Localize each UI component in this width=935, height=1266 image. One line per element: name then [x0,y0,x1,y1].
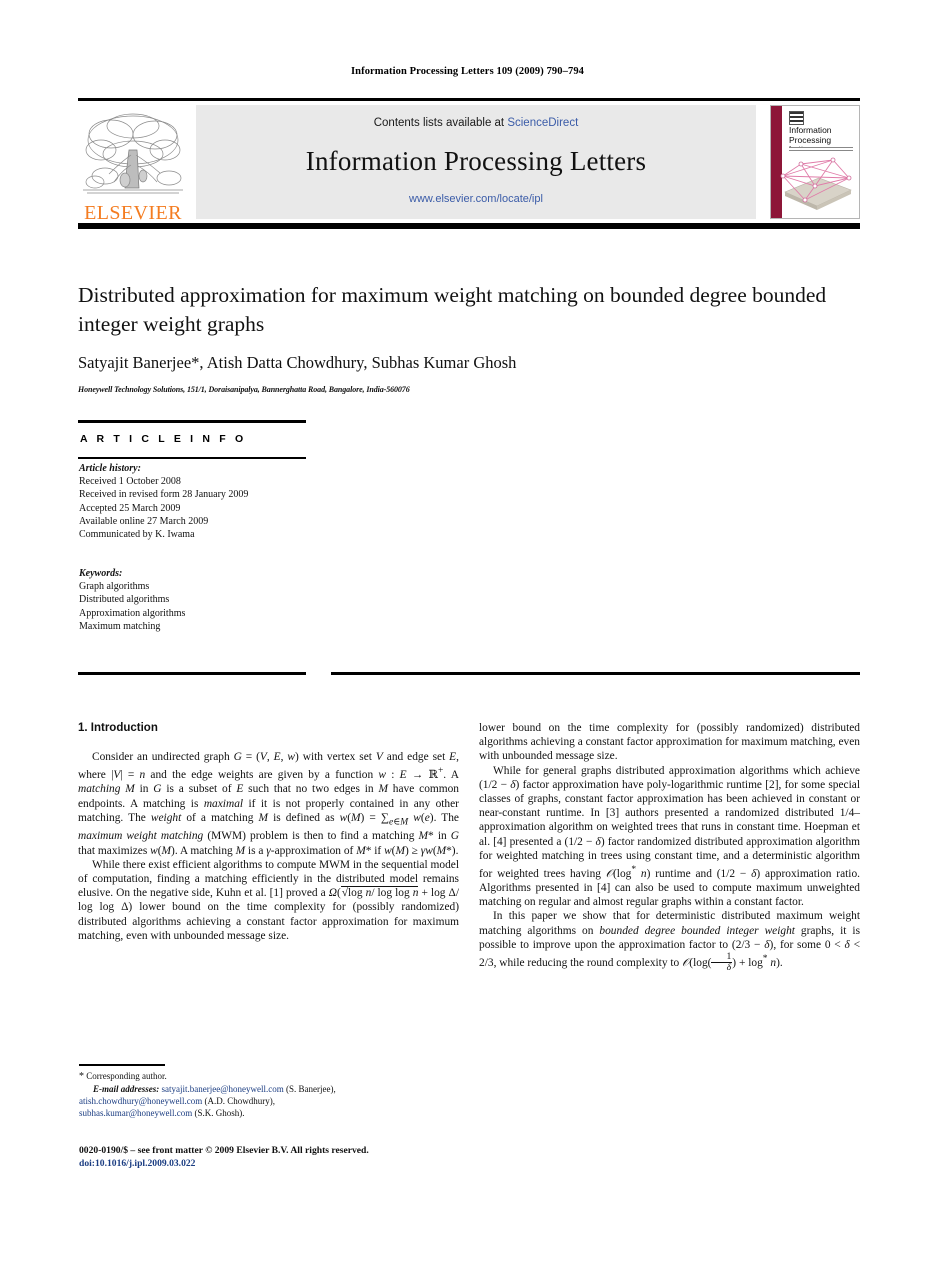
email-owner: (S. Banerjee), [286,1084,336,1094]
keyword-item: Graph algorithms [79,581,150,593]
text-run: . The [433,811,459,824]
keywords-block: Keywords: Graph algorithms Distributed a… [79,567,319,633]
elsevier-tree-icon [83,113,183,194]
info-rule-top [78,420,306,423]
contents-prefix: Contents lists available at [373,117,508,129]
email-line: E-mail addresses: satyajit.banerjee@hone… [79,1083,459,1095]
journal-url-link[interactable]: www.elsevier.com/locate/ipl [409,193,543,205]
text-run: is a [245,844,267,857]
elsevier-logo: ELSEVIER [78,101,188,223]
keyword-item: Maximum matching [79,620,161,632]
journal-title: Information Processing Letters [305,145,647,176]
keyword-item: Approximation algorithms [79,607,186,619]
term-mwm: maximum weight matching [78,830,204,843]
text-run: While for general graphs distributed app… [493,764,860,777]
keywords-label: Keywords: [79,568,123,579]
sciencedirect-link[interactable]: ScienceDirect [507,117,578,129]
article-info-heading: A R T I C L E I N F O [80,433,247,445]
text-run: (MWM) problem is then to find a matching [203,830,419,843]
footnote-block: * Corresponding author. E-mail addresses… [79,1070,459,1119]
text-run: if [371,844,385,857]
history-item: Received in revised form 28 January 2009 [79,489,249,501]
author-list: Satyajit Banerjee*, Atish Datta Chowdhur… [78,353,517,372]
elsevier-wordmark: ELSEVIER [84,202,182,224]
history-item: Available online 27 March 2009 [79,515,209,527]
email-line: atish.chowdhury@honeywell.com (A.D. Chow… [79,1095,459,1107]
body-column-right: lower bound on the time complexity for (… [479,721,860,973]
affiliation: Honeywell Technology Solutions, 151/1, D… [78,385,410,394]
corresponding-author-note: * Corresponding author. [79,1070,459,1083]
text-run: in [134,783,154,796]
text-run: . A matching [174,844,236,857]
cover-image: Information Processing Letters [770,105,860,219]
journal-masthead: ELSEVIER Contents lists available at Sci… [78,98,860,229]
term-matching: matching [78,783,121,796]
paragraph-continuation: lower bound on the time complexity for (… [479,721,860,764]
text-run: . A [443,769,459,782]
email-addresses-label: E-mail addresses: [93,1084,160,1094]
text-run: in [433,830,451,843]
text-run: . [779,956,783,969]
info-rule-bottom-left [78,672,306,675]
text-run: , for some [773,938,825,951]
term-bounded-degree: bounded degree bounded integer weight [599,924,795,937]
text-run: of a matching [181,811,259,824]
info-rule-mid [78,457,306,459]
text-run: , while reducing the round complexity to [493,956,683,969]
asterisk-icon: * [79,1071,84,1082]
copyright-line: 0020-0190/$ – see front matter © 2009 El… [79,1145,369,1156]
doi-link[interactable]: doi:10.1016/j.ipl.2009.03.022 [79,1158,479,1171]
text-run-continued: lower bound on the time complexity for (… [479,722,860,763]
colophon-block: 0020-0190/$ – see front matter © 2009 El… [79,1145,479,1170]
text-run: runtime and [650,867,717,880]
text-run: -approximation of [270,844,357,857]
paragraph-related-work: While for general graphs distributed app… [479,764,861,909]
email-link[interactable]: satyajit.banerjee@honeywell.com [162,1084,284,1094]
cover-graphic-icon [780,157,852,210]
contents-panel: Contents lists available at ScienceDirec… [196,105,756,219]
text-run: and the edge weights are given by a func… [145,769,379,782]
footnote-rule [79,1064,165,1066]
text-run: Consider an undirected graph [92,751,234,764]
article-history-label: Article history: [79,463,141,474]
text-run: that maximizes [78,844,151,857]
masthead-body: ELSEVIER Contents lists available at Sci… [78,101,860,223]
text-run: and edge set [382,751,450,764]
paragraph-definitions: Consider an undirected graph G = (V, E, … [78,751,460,857]
section-heading-introduction: 1. Introduction [78,722,158,734]
page-title: Distributed approximation for maximum we… [78,283,827,336]
history-item: Accepted 25 March 2009 [79,502,181,514]
email-line: subhas.kumar@honeywell.com (S.K. Ghosh). [79,1107,459,1119]
email-owner: (S.K. Ghosh). [194,1108,245,1118]
cover-publisher-logo-icon [789,111,804,125]
journal-cover-thumb: Information Processing Letters [764,101,860,223]
text-run: lower bound on the time complexity for (… [78,901,459,942]
paragraph-sequential-vs-distributed: While there exist efficient algorithms t… [78,858,459,942]
running-head: Information Processing Letters 109 (2009… [350,66,585,77]
info-rule-bottom-right [331,672,860,675]
email-link[interactable]: subhas.kumar@honeywell.com [79,1108,192,1118]
email-link[interactable]: atish.chowdhury@honeywell.com [79,1096,202,1106]
text-run: with vertex set [298,751,376,764]
history-item: Received 1 October 2008 [79,476,181,488]
paragraph-contribution: In this paper we show that for determini… [479,910,860,973]
text-run: is defined as [268,811,340,824]
history-item: Communicated by K. Iwama [79,529,195,541]
email-owner: (A.D. Chowdhury), [204,1096,276,1106]
term-weight: weight [150,811,182,824]
keyword-item: Distributed algorithms [79,594,170,606]
text-run: such that no two edges in [243,783,379,796]
contents-available-line: Contents lists available at ScienceDirec… [374,117,579,129]
term-maximal: maximal [203,797,244,810]
paper-page: Information Processing Letters 109 (2009… [0,0,935,1266]
corresponding-author-text: Corresponding author. [86,1071,167,1081]
text-run: is a subset of [161,783,237,796]
body-column-left: 1. Introduction Consider an undirected g… [78,721,459,943]
masthead-bottom-rule [78,223,860,229]
article-history-block: Article history: Received 1 October 2008… [79,462,319,541]
